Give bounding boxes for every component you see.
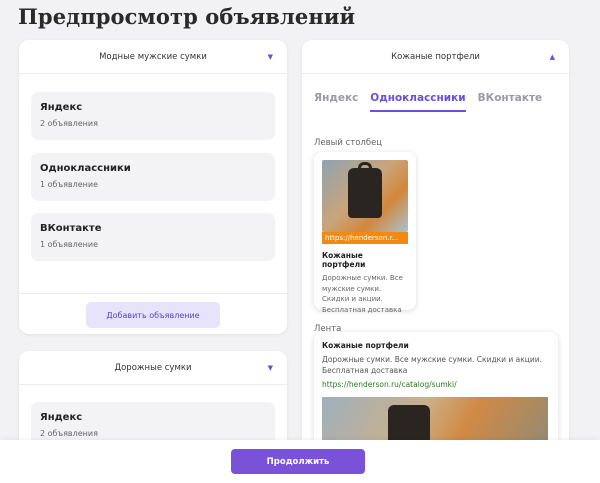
network-item-yandex[interactable]: Яндекс 2 объявления: [31, 92, 275, 140]
group-card-title: Дорожные сумки: [114, 362, 192, 373]
network-tabs: Яндекс Одноклассники ВКонтакте: [314, 92, 542, 112]
chevron-down-icon[interactable]: ▼: [268, 364, 273, 372]
network-item-vkontakte[interactable]: ВКонтакте 1 объявление: [31, 213, 275, 261]
ads-count: 2 объявления: [40, 429, 98, 438]
tab-yandex[interactable]: Яндекс: [314, 92, 358, 112]
ad-preview-feed: Кожаные портфели Дорожные сумки. Все муж…: [314, 332, 558, 452]
ads-count: 1 объявление: [40, 240, 99, 249]
network-name: Яндекс: [40, 102, 83, 113]
preview-card-title: Кожаные портфели: [391, 51, 480, 62]
divider: [19, 293, 287, 294]
preview-card-header[interactable]: Кожаные портфели ▲: [302, 40, 569, 74]
add-ad-button[interactable]: Добавить объявление: [86, 302, 220, 328]
group-card-header[interactable]: Дорожные сумки ▼: [19, 351, 287, 385]
preview-card-leather-briefcases: Кожаные портфели ▲ Яндекс Одноклассники …: [302, 40, 569, 460]
network-name: Одноклассники: [40, 163, 131, 174]
network-name: ВКонтакте: [40, 223, 102, 234]
group-card-title: Модные мужские сумки: [99, 51, 207, 62]
tab-odnoklassniki[interactable]: Одноклассники: [370, 92, 466, 112]
feed-ad-text: Дорожные сумки. Все мужские сумки. Скидк…: [322, 355, 543, 375]
ad-image: [322, 160, 408, 232]
chevron-down-icon[interactable]: ▼: [268, 53, 273, 61]
network-item-odnoklassniki[interactable]: Одноклассники 1 объявление: [31, 153, 275, 201]
footer-bar: Продолжить: [0, 440, 600, 483]
ads-count: 1 объявление: [40, 180, 99, 189]
bag-shape: [348, 168, 382, 218]
network-name: Яндекс: [40, 412, 83, 423]
ad-title: Кожаные портфели: [322, 251, 366, 269]
feed-ad-title: Кожаные портфели: [322, 341, 409, 350]
page-title: Предпросмотр объявлений: [18, 4, 356, 29]
tab-vkontakte[interactable]: ВКонтакте: [478, 92, 543, 112]
feed-ad-link[interactable]: https://henderson.ru/catalog/sumki/: [322, 380, 550, 389]
ad-preview-left-column: https://henderson.r... Кожаные портфели …: [314, 152, 416, 314]
left-column-label: Левый столбец: [314, 138, 383, 148]
ad-text: Дорожные сумки. Все мужские сумки. Скидк…: [322, 274, 403, 314]
group-card-fashion-bags: Модные мужские сумки ▼ Яндекс 2 объявлен…: [19, 40, 287, 334]
group-card-header[interactable]: Модные мужские сумки ▼: [19, 40, 287, 74]
chevron-up-icon[interactable]: ▲: [550, 53, 555, 61]
ads-count: 2 объявления: [40, 119, 98, 128]
continue-button[interactable]: Продолжить: [231, 449, 365, 474]
ad-url-bar[interactable]: https://henderson.r...: [322, 232, 408, 244]
group-card-travel-bags: Дорожные сумки ▼ Яндекс 2 объявления: [19, 351, 287, 451]
